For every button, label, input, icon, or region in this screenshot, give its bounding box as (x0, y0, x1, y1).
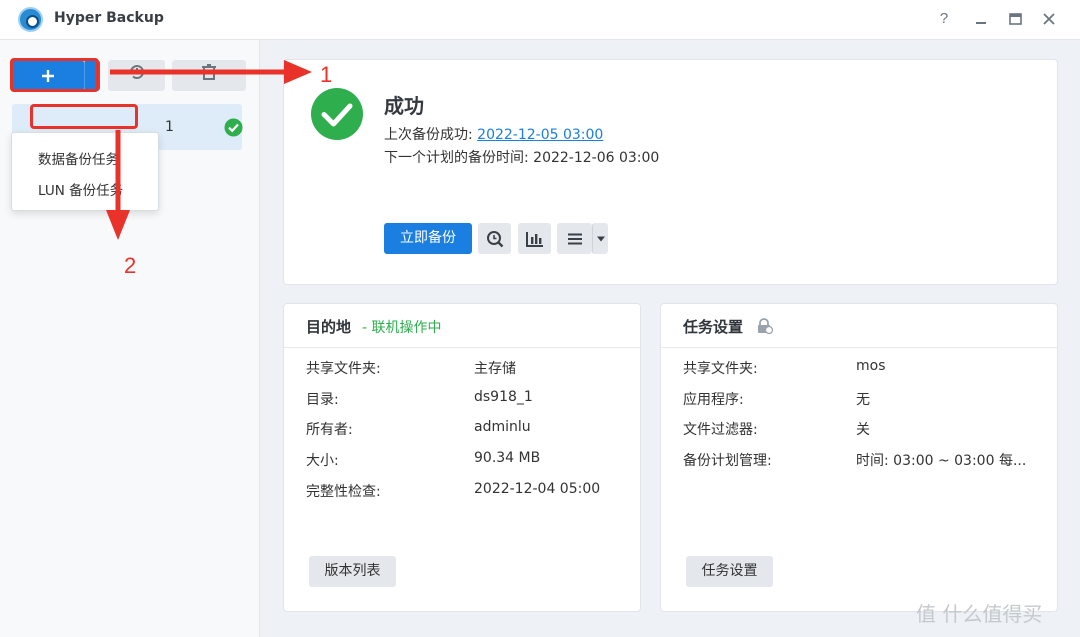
backup-status-panel: 成功 上次备份成功: 2022-12-05 03:00 下一个计划的备份时间: … (283, 59, 1058, 285)
task-row-value: 无 (856, 392, 870, 408)
status-title: 成功 (384, 94, 424, 118)
dest-row-label: 完整性检查: (306, 484, 381, 500)
more-actions-dropdown[interactable] (592, 223, 608, 254)
bar-chart-icon (525, 231, 543, 247)
close-icon[interactable] (1038, 8, 1060, 30)
last-backup-link[interactable]: 2022-12-05 03:00 (477, 127, 603, 143)
delete-icon (202, 64, 216, 80)
task-row-label: 应用程序: (683, 392, 744, 408)
more-actions-button[interactable] (557, 223, 592, 254)
task-row-value: 关 (856, 422, 870, 438)
task-settings-button[interactable]: 任务设置 (686, 556, 773, 587)
help-icon[interactable]: ? (933, 8, 955, 30)
minimize-icon[interactable] (970, 8, 992, 30)
task-row-label: 共享文件夹: (683, 361, 758, 377)
task-settings-panel: 任务设置 共享文件夹: mos 应用程序: 无 文件过滤器: 关 备份计划管理:… (660, 303, 1058, 612)
destination-status: - 联机操作中 (362, 320, 442, 336)
title-bar: Hyper Backup ? (0, 0, 1080, 40)
last-backup-label: 上次备份成功: (384, 127, 478, 143)
annotation-box-create (10, 58, 99, 92)
dest-row-value: 主存储 (474, 361, 516, 377)
annotation-box-data-backup (30, 104, 138, 129)
backup-log-button[interactable] (478, 223, 511, 254)
app-title: Hyper Backup (54, 10, 164, 26)
dest-row-value: 90.34 MB (474, 450, 541, 466)
task-settings-header: 任务设置 (661, 304, 1057, 348)
delete-task-button[interactable] (172, 60, 246, 91)
restore-icon (129, 65, 144, 80)
chevron-down-icon (596, 236, 605, 241)
task-settings-title: 任务设置 (683, 318, 744, 336)
destination-header: 目的地 - 联机操作中 (284, 304, 640, 348)
task-list-pane: 1 数据备份任务 LUN 备份任务 (0, 40, 260, 637)
maximize-icon[interactable] (1004, 8, 1026, 30)
log-search-icon (486, 230, 503, 247)
check-circle-icon (224, 118, 243, 137)
watermark: 值 什么值得买 (916, 602, 1043, 626)
task-row-label: 备份计划管理: (683, 453, 772, 469)
menu-item-lun-backup[interactable]: LUN 备份任务 (38, 179, 123, 199)
dest-row-value: 2022-12-04 05:00 (474, 481, 601, 497)
restore-button[interactable] (108, 60, 165, 91)
version-list-button[interactable]: 版本列表 (309, 556, 396, 587)
dest-row-label: 目录: (306, 392, 339, 408)
destination-title: 目的地 (306, 318, 352, 336)
annotation-step-2: 2 (124, 253, 137, 278)
app-icon (18, 7, 43, 32)
backup-now-button[interactable]: 立即备份 (384, 223, 472, 254)
task-row-value: mos (856, 358, 886, 374)
dest-row-value: ds918_1 (474, 389, 533, 405)
dest-row-value: adminlu (474, 419, 531, 435)
menu-icon (567, 233, 582, 244)
task-row-value: 时间: 03:00 ~ 03:00 每... (856, 453, 1027, 469)
menu-item-data-backup[interactable]: 数据备份任务 (38, 148, 119, 168)
lock-icon (758, 318, 773, 334)
check-circle-icon (311, 88, 363, 140)
dest-row-label: 大小: (306, 453, 339, 469)
next-backup-info: 下一个计划的备份时间: 2022-12-06 03:00 (384, 150, 660, 166)
annotation-step-1: 1 (320, 62, 333, 87)
backup-task-name: 1 (165, 119, 174, 135)
create-task-menu: 数据备份任务 LUN 备份任务 (11, 132, 159, 211)
task-row-label: 文件过滤器: (683, 422, 758, 438)
last-backup-info: 上次备份成功: 2022-12-05 03:00 (384, 124, 603, 144)
dest-row-label: 共享文件夹: (306, 361, 381, 377)
statistics-button[interactable] (518, 223, 551, 254)
destination-panel: 目的地 - 联机操作中 共享文件夹: 主存储 目录: ds918_1 所有者: … (283, 303, 641, 612)
dest-row-label: 所有者: (306, 422, 353, 438)
